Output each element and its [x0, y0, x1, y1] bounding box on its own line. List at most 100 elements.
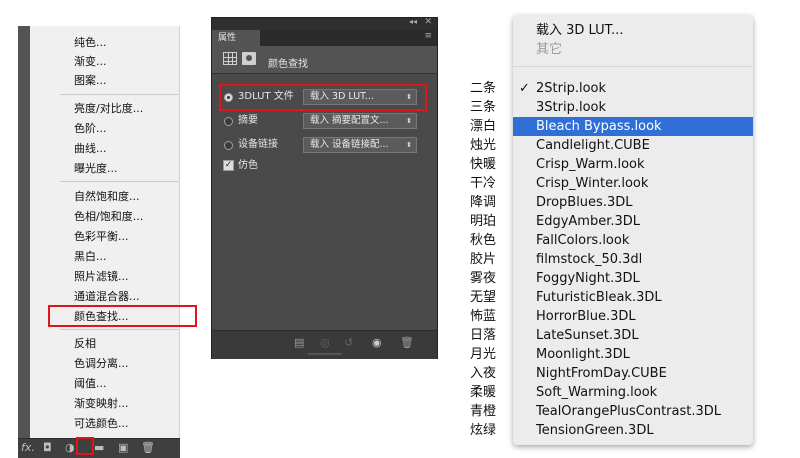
panel-menu-icon[interactable]: ≡ [424, 31, 432, 41]
label-abstract: 摘要 [238, 115, 258, 126]
resize-grip[interactable] [308, 353, 342, 355]
lut-item[interactable]: FoggyNight.3DL [536, 269, 640, 288]
select-abstract-profile[interactable]: 载入 摘要配置文... ⬍ [303, 113, 417, 129]
lut-item-selected[interactable]: Bleach Bypass.look [536, 117, 662, 136]
mask-icon-dot [246, 55, 252, 61]
label-device-link: 设备链接 [238, 139, 278, 150]
menu-item-exposure[interactable]: 曝光度... [74, 161, 118, 177]
cn-label: 柔暖 [470, 385, 497, 400]
fx-icon[interactable]: fx. [21, 441, 35, 455]
menu-item-other: 其它 [536, 42, 563, 57]
select-arrow-icon: ⬍ [406, 141, 412, 149]
cn-label: 烛光 [470, 138, 497, 153]
adjustment-menu: 纯色... 渐变... 图案... 亮度/对比度... 色阶... 曲线... … [30, 26, 180, 438]
cn-label: 三条 [470, 100, 497, 115]
lut-item[interactable]: EdgyAmber.3DL [536, 212, 640, 231]
adjustment-button-highlight-box [76, 437, 94, 455]
lut-item[interactable]: filmstock_50.3dl [536, 250, 642, 269]
label-dither: 仿色 [238, 160, 258, 171]
panel-top-bar: ◂◂ ✕ [212, 17, 437, 30]
lut-item[interactable]: DropBlues.3DL [536, 193, 632, 212]
menu-item-black-white[interactable]: 黑白... [74, 249, 107, 265]
lut-item[interactable]: TealOrangePlusContrast.3DL [536, 402, 721, 421]
cn-label: 明珀 [470, 214, 497, 229]
cn-label: 秋色 [470, 233, 497, 248]
lut-item[interactable]: Moonlight.3DL [536, 345, 630, 364]
cn-label: 快暖 [470, 157, 497, 172]
tab-properties[interactable]: 属性 [212, 30, 260, 46]
select-arrow-icon: ⬍ [406, 117, 412, 125]
select-value: 载入 摘要配置文... [310, 115, 389, 126]
layer-mask-icon[interactable]: ◘ [43, 441, 52, 455]
view-previous-icon[interactable]: ◎ [320, 336, 330, 349]
menu-item-invert[interactable]: 反相 [74, 336, 96, 352]
adjustment-grid-icon[interactable] [223, 52, 237, 65]
lut-item[interactable]: Crisp_Warm.look [536, 155, 645, 174]
visibility-eye-icon[interactable]: ◉ [372, 336, 382, 349]
panel-edge-strip [18, 26, 30, 438]
lut-item[interactable]: Soft_Warming.look [536, 383, 657, 402]
cn-label: 怖蓝 [470, 309, 497, 324]
cn-label: 雾夜 [470, 271, 497, 286]
cn-label: 漂白 [470, 119, 497, 134]
new-layer-icon[interactable]: ▣ [118, 441, 128, 455]
mask-icon[interactable] [242, 52, 256, 65]
menu-item-curves[interactable]: 曲线... [74, 141, 107, 157]
panel-title: 颜色查找 [268, 59, 308, 70]
lut-item[interactable]: TensionGreen.3DL [536, 421, 654, 440]
menu-item-channel-mixer[interactable]: 通道混合器... [74, 289, 140, 305]
lut-item[interactable]: FallColors.look [536, 231, 629, 250]
clip-to-layer-icon[interactable]: ▤ [294, 336, 304, 349]
cn-label: 日落 [470, 328, 497, 343]
group-folder-icon[interactable]: ▬ [94, 441, 104, 455]
adjustment-layer-icon[interactable]: ◑ [65, 441, 75, 455]
menu-item-pattern[interactable]: 图案... [74, 73, 107, 89]
menu-item-color-balance[interactable]: 色彩平衡... [74, 229, 129, 245]
menu-separator [513, 66, 753, 67]
cn-label: 青橙 [470, 404, 497, 419]
lut-item[interactable]: HorrorBlue.3DL [536, 307, 636, 326]
lut-item[interactable]: FuturisticBleak.3DL [536, 288, 662, 307]
cn-label: 干冷 [470, 176, 497, 191]
menu-item-gradient-map[interactable]: 渐变映射... [74, 396, 129, 412]
color-lookup-highlight-box [48, 305, 197, 327]
menu-separator [60, 94, 178, 95]
cn-label: 入夜 [470, 366, 497, 381]
layers-bottom-toolbar: fx. ◘ ◑ ▬ ▣ 🗑 [18, 438, 180, 458]
lut-item[interactable]: Crisp_Winter.look [536, 174, 648, 193]
cn-label: 无望 [470, 290, 497, 305]
menu-item-photo-filter[interactable]: 照片滤镜... [74, 269, 129, 285]
cn-label: 月光 [470, 347, 497, 362]
menu-item-brightness-contrast[interactable]: 亮度/对比度... [74, 101, 143, 117]
lut-item[interactable]: 3Strip.look [536, 98, 606, 117]
menu-item-solid-color[interactable]: 纯色... [74, 35, 107, 51]
menu-item-posterize[interactable]: 色调分离... [74, 356, 129, 372]
menu-item-vibrance[interactable]: 自然饱和度... [74, 189, 140, 205]
close-icon[interactable]: ✕ [424, 17, 432, 27]
collapse-icon[interactable]: ◂◂ [409, 17, 417, 26]
radio-abstract[interactable] [224, 117, 233, 126]
checkmark-icon: ✓ [519, 81, 530, 96]
adjustment-menu-panel: 纯色... 渐变... 图案... 亮度/对比度... 色阶... 曲线... … [18, 26, 197, 458]
menu-item-threshold[interactable]: 阈值... [74, 376, 107, 392]
menu-item-load-3d-lut[interactable]: 载入 3D LUT... [536, 21, 623, 40]
trash-icon[interactable]: 🗑 [141, 441, 155, 455]
menu-item-selective-color[interactable]: 可选颜色... [74, 416, 129, 432]
cn-label: 降调 [470, 195, 497, 210]
reset-icon[interactable]: ↺ [344, 336, 353, 349]
properties-header [212, 46, 437, 74]
select-value: 载入 设备链接配... [310, 139, 389, 150]
menu-item-hue-saturation[interactable]: 色相/饱和度... [74, 209, 143, 225]
menu-item-levels[interactable]: 色阶... [74, 121, 107, 137]
properties-panel: ◂◂ ✕ ≡ 属性 颜色查找 3DLUT 文件 载入 3D LUT... ⬍ 摘… [211, 17, 438, 359]
trash-icon[interactable]: 🗑 [400, 336, 414, 349]
cn-label: 胶片 [470, 252, 497, 267]
radio-device-link[interactable] [224, 141, 233, 150]
lut-item[interactable]: LateSunset.3DL [536, 326, 639, 345]
dither-checkbox[interactable]: ✓ [223, 160, 234, 171]
select-device-link[interactable]: 载入 设备链接配... ⬍ [303, 137, 417, 153]
lut-item[interactable]: NightFromDay.CUBE [536, 364, 667, 383]
lut-item[interactable]: Candlelight.CUBE [536, 136, 650, 155]
menu-item-gradient[interactable]: 渐变... [74, 54, 107, 70]
lut-item[interactable]: 2Strip.look [536, 79, 606, 98]
